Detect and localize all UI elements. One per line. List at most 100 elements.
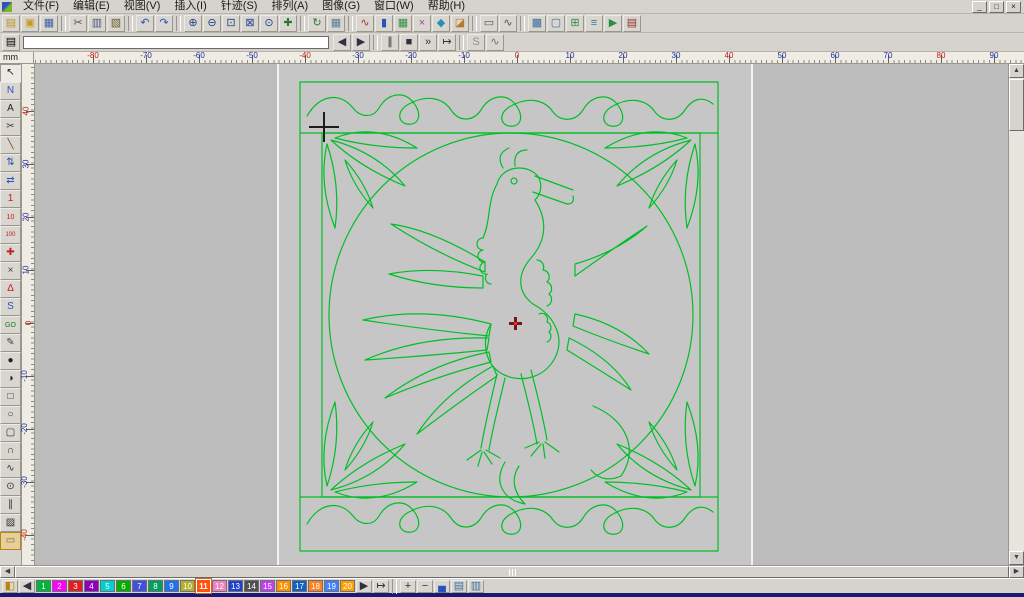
canvas[interactable] (35, 64, 1008, 565)
color-swatch-20[interactable]: 20 (340, 580, 355, 592)
contrast-tool[interactable]: ◑ (0, 370, 21, 388)
menu-insert[interactable]: 插入(I) (167, 0, 213, 13)
stitch-cross-button[interactable]: × (413, 15, 431, 32)
knife-tool[interactable]: ╲ (0, 136, 21, 154)
palette-next-button[interactable]: ▶ (356, 580, 372, 593)
color-swatch-18[interactable]: 18 (308, 580, 323, 592)
zoom-window-button[interactable]: ⊡ (222, 15, 240, 32)
add-color-button[interactable]: + (400, 580, 416, 593)
show-grid-button[interactable]: ▦ (327, 15, 345, 32)
pause-button[interactable]: ∥ (381, 34, 399, 51)
color-swatch-12[interactable]: 12 (212, 580, 227, 592)
show-connectors-button[interactable]: ≡ (585, 15, 603, 32)
redraw-button[interactable]: ↻ (308, 15, 326, 32)
show-needle-points-button[interactable]: ⊞ (566, 15, 584, 32)
ellipse-tool[interactable]: ○ (0, 406, 21, 424)
color-swatch-14[interactable]: 14 (244, 580, 259, 592)
redo-button[interactable]: ↷ (155, 15, 173, 32)
menu-edit[interactable]: 编辑(E) (66, 0, 117, 13)
flip-horizontal-tool[interactable]: ⇄ (0, 172, 21, 190)
rounded-rect-tool[interactable]: ▢ (0, 424, 21, 442)
color-swatch-4[interactable]: 4 (84, 580, 99, 592)
stop-button[interactable]: ■ (400, 34, 418, 51)
scroll-right-button[interactable]: ▶ (1009, 566, 1024, 578)
select-objects-button[interactable]: ▭ (480, 15, 498, 32)
design-info-input[interactable] (23, 36, 329, 49)
flip-vertical-tool[interactable]: ⇅ (0, 154, 21, 172)
thread-colors-button[interactable]: ◧ (2, 580, 18, 593)
scroll-up-button[interactable]: ▲ (1009, 64, 1024, 78)
window-close-button[interactable]: × (1006, 1, 1021, 13)
stitch-satin-button[interactable]: ▮ (375, 15, 393, 32)
color-swatch-5[interactable]: 5 (100, 580, 115, 592)
color-bar-button[interactable]: ▄ (434, 580, 450, 593)
color-swatch-3[interactable]: 3 (68, 580, 83, 592)
pen-tool[interactable]: ✎ (0, 334, 21, 352)
node-edit-tool[interactable]: N (0, 82, 21, 100)
travel-curve-button[interactable]: ∿ (486, 34, 504, 51)
remove-color-button[interactable]: − (417, 580, 433, 593)
cut-button[interactable]: ✂ (69, 15, 87, 32)
color-swatch-6[interactable]: 6 (116, 580, 131, 592)
show-outline-button[interactable]: ▢ (547, 15, 565, 32)
stitch-length-10-tool[interactable]: 10 (0, 208, 21, 226)
speed-button[interactable]: S (467, 34, 485, 51)
stitch-motif-button[interactable]: ◆ (432, 15, 450, 32)
stitch-tatami-button[interactable]: ▦ (394, 15, 412, 32)
open-design-button[interactable]: ▣ (21, 15, 39, 32)
rectangle-tool[interactable]: □ (0, 388, 21, 406)
zoom-actual-button[interactable]: ⊙ (260, 15, 278, 32)
wave-tool[interactable]: ∿ (0, 460, 21, 478)
zoom-out-button[interactable]: ⊖ (203, 15, 221, 32)
copy-button[interactable]: ▥ (88, 15, 106, 32)
play-backward-button[interactable]: ◀ (333, 34, 351, 51)
palette-last-button[interactable]: ↦ (373, 580, 389, 593)
window-minimize-button[interactable]: _ (972, 1, 987, 13)
menu-help[interactable]: 帮助(H) (421, 0, 472, 13)
parallel-lines-tool[interactable]: ∥ (0, 496, 21, 514)
menu-view[interactable]: 视图(V) (117, 0, 168, 13)
vertical-scrollbar[interactable]: ▲ ▼ (1008, 64, 1024, 565)
color-swatch-17[interactable]: 17 (292, 580, 307, 592)
stitch-run-button[interactable]: ∿ (356, 15, 374, 32)
window-maximize-button[interactable]: □ (989, 1, 1004, 13)
select-tool[interactable]: ↖ (0, 64, 21, 82)
scissors-tool[interactable]: ✂ (0, 118, 21, 136)
color-swatch-13[interactable]: 13 (228, 580, 243, 592)
menu-arrange[interactable]: 排列(A) (264, 0, 315, 13)
zoom-fit-button[interactable]: ⊠ (241, 15, 259, 32)
pan-button[interactable]: ✚ (279, 15, 297, 32)
fill-tool[interactable]: ● (0, 352, 21, 370)
angle-measure-tool[interactable]: ∆ (0, 280, 21, 298)
delete-point-tool[interactable]: × (0, 262, 21, 280)
stitch-length-1-tool[interactable]: 1 (0, 190, 21, 208)
menu-window[interactable]: 窗口(W) (367, 0, 421, 13)
step-forward-button[interactable]: » (419, 34, 437, 51)
slow-redraw-button[interactable]: ▶ (604, 15, 622, 32)
stitch-length-100-tool[interactable]: 100 (0, 226, 21, 244)
color-swatch-7[interactable]: 7 (132, 580, 147, 592)
color-swatch-9[interactable]: 9 (164, 580, 179, 592)
menu-file[interactable]: 文件(F) (16, 0, 66, 13)
horizontal-scrollbar[interactable]: ◀ ▶ (0, 565, 1024, 578)
zoom-in-button[interactable]: ⊕ (184, 15, 202, 32)
design-filter-button[interactable]: ▤ (2, 34, 20, 51)
play-forward-button[interactable]: ▶ (352, 34, 370, 51)
color-swatch-10[interactable]: 10 (180, 580, 195, 592)
arc-tool[interactable]: ∩ (0, 442, 21, 460)
frame-tool[interactable]: ▭ (0, 532, 21, 550)
palette-prev-button[interactable]: ◀ (19, 580, 35, 593)
show-stitches-button[interactable]: ▩ (528, 15, 546, 32)
go-tool[interactable]: GO (0, 316, 21, 334)
stitch-applique-button[interactable]: ◪ (451, 15, 469, 32)
color-swatch-16[interactable]: 16 (276, 580, 291, 592)
menu-stitch[interactable]: 针迹(S) (214, 0, 265, 13)
menu-image[interactable]: 图像(G) (315, 0, 367, 13)
color-swatch-1[interactable]: 1 (36, 580, 51, 592)
hatch-fill-tool[interactable]: ▨ (0, 514, 21, 532)
color-swatch-8[interactable]: 8 (148, 580, 163, 592)
lettering-tool[interactable]: A (0, 100, 21, 118)
color-swatch-19[interactable]: 19 (324, 580, 339, 592)
vertical-scroll-thumb[interactable] (1009, 79, 1024, 131)
color-swatch-2[interactable]: 2 (52, 580, 67, 592)
